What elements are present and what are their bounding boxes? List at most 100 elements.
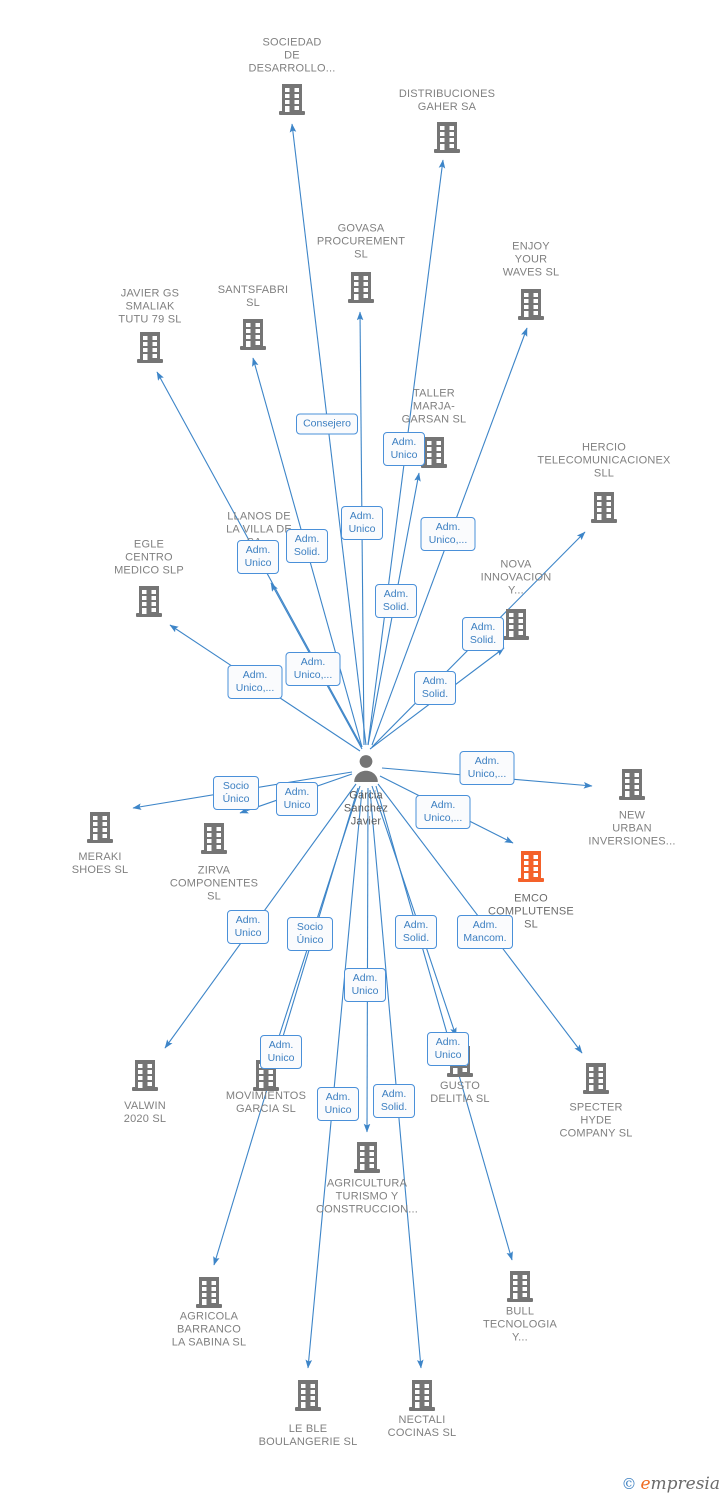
edge-role-label[interactable]: Adm. Unico,... [420,517,476,551]
edge-role-label[interactable]: Adm. Mancom. [457,915,513,949]
node-label-text: SOCIEDAD DE DESARROLLO... [248,36,336,75]
watermark: © empresia [621,1474,720,1494]
building-icon [238,318,268,352]
edge-role-label[interactable]: Adm. Unico [383,432,425,466]
edge-role-label[interactable]: Adm. Unico [237,540,279,574]
node-label-text: ZIRVA COMPONENTES SL [169,864,259,903]
company-node[interactable] [149,822,279,856]
node-label-text: Garcia Sanchez Javier [343,789,389,828]
edge-role-label[interactable]: Adm. Unico,... [459,751,515,785]
company-node-label: MOVIMIENTOS GARCIA SL [201,1088,331,1116]
company-node-label: ZIRVA COMPONENTES SL [149,863,279,904]
company-node-label: NOVA INNOVACION Y... [451,557,581,598]
edge-role-label[interactable]: Adm. Solid. [414,671,456,705]
building-icon [85,811,115,845]
person-icon [351,753,381,783]
company-node-label: AGRICOLA BARRANCO LA SABINA SL [144,1309,274,1350]
company-node[interactable] [35,811,165,845]
building-icon [432,121,462,155]
building-icon [293,1379,323,1413]
edge-role-label[interactable]: Adm. Unico,... [227,665,283,699]
edge-role-label[interactable]: Adm. Solid. [395,915,437,949]
building-icon [501,608,531,642]
edge-role-label[interactable]: Adm. Unico [341,506,383,540]
building-icon [505,1270,535,1304]
node-label-text: DISTRIBUCIONES GAHER SA [398,88,496,113]
edge-role-label[interactable]: Adm. Solid. [286,529,328,563]
edge-role-label[interactable]: Adm. Unico [317,1087,359,1121]
edge-role-label[interactable]: Adm. Unico,... [285,652,341,686]
company-node-label: NEW URBAN INVERSIONES... [567,808,697,849]
edge-role-label[interactable]: Adm. Unico [260,1035,302,1069]
node-label-text: LE BLE BOULANGERIE SL [258,1423,358,1448]
company-node-label: HERCIO TELECOMUNICACIONEX SLL [537,440,671,481]
company-node-label: AGRICULTURA TURISMO Y CONSTRUCCION... [302,1176,432,1217]
node-label-text: JAVIER GS SMALIAK TUTU 79 SL [118,287,182,326]
edge-role-label[interactable]: Adm. Unico [344,968,386,1002]
edge-role-label[interactable]: Adm. Solid. [462,617,504,651]
building-icon [135,331,165,365]
edge-person-to-n20 [363,787,371,1133]
node-label-text: AGRICULTURA TURISMO Y CONSTRUCCION... [316,1177,418,1216]
node-label-text: AGRICOLA BARRANCO LA SABINA SL [171,1310,247,1349]
company-node[interactable] [357,1379,487,1413]
node-label-text: HERCIO TELECOMUNICACIONEX SLL [537,441,671,480]
building-icon [277,83,307,117]
company-node[interactable] [188,318,318,352]
company-node[interactable] [80,1059,210,1093]
company-node-label: SPECTER HYDE COMPANY SL [531,1100,661,1141]
node-label-text: BULL TECNOLOGIA Y... [482,1305,558,1344]
company-node-label: BULL TECNOLOGIA Y... [455,1304,585,1345]
building-icon [516,288,546,322]
node-label-text: ENJOY YOUR WAVES SL [502,240,560,279]
node-label-text: NECTALI COCINAS SL [387,1414,457,1439]
building-icon [199,822,229,856]
company-node[interactable] [531,1062,661,1096]
company-node-label: NECTALI COCINAS SL [357,1412,487,1440]
building-icon [407,1379,437,1413]
person-node-label: Garcia Sanchez Javier [301,788,431,829]
company-node[interactable] [567,768,697,802]
brand-name: empresia [640,1474,720,1494]
company-node-label: VALWIN 2020 SL [80,1098,210,1126]
node-label-text: VALWIN 2020 SL [123,1100,167,1125]
company-node[interactable] [466,850,596,884]
company-node-label: EGLE CENTRO MEDICO SLP [84,537,214,578]
person-node[interactable] [301,753,431,783]
company-node[interactable] [455,1270,585,1304]
company-node[interactable] [466,288,596,322]
node-label-text: MERAKI SHOES SL [71,851,129,876]
edge-role-label[interactable]: Adm. Unico [227,910,269,944]
edge-role-label[interactable]: Consejero [296,413,358,435]
building-icon [346,271,376,305]
edge-role-label[interactable]: Adm. Solid. [373,1084,415,1118]
company-node[interactable] [243,1379,373,1413]
node-label-text: MOVIMIENTOS GARCIA SL [225,1090,307,1115]
building-icon [581,1062,611,1096]
company-node-label: ENJOY YOUR WAVES SL [466,239,596,280]
company-node-label: SANTSFABRI SL [188,282,318,310]
company-node-label: SOCIEDAD DE DESARROLLO... [227,35,357,76]
building-icon [589,491,619,525]
relationship-graph: SOCIEDAD DE DESARROLLO... DISTRIBUCIONES … [0,0,728,1500]
company-node[interactable] [84,585,214,619]
building-icon [130,1059,160,1093]
company-node-label: MERAKI SHOES SL [35,849,165,877]
company-node[interactable] [302,1141,432,1175]
company-node[interactable] [144,1276,274,1310]
company-node-label: LE BLE BOULANGERIE SL [243,1421,373,1449]
node-label-text: GUSTO DELITIA SL [430,1080,490,1105]
edge-role-label[interactable]: Socio Único [287,917,333,951]
edge-role-label[interactable]: Adm. Solid. [375,584,417,618]
node-label-text: TALLER MARJA- GARSAN SL [401,387,467,426]
company-node[interactable] [382,121,512,155]
edge-role-label[interactable]: Socio Único [213,776,259,810]
edge-role-label[interactable]: Adm. Unico [276,782,318,816]
company-node[interactable] [227,83,357,117]
company-node[interactable] [539,491,669,525]
building-icon [134,585,164,619]
building-icon [352,1141,382,1175]
copyright-symbol: © [621,1475,637,1493]
edge-role-label[interactable]: Adm. Unico [427,1032,469,1066]
edge-role-label[interactable]: Adm. Unico,... [415,795,471,829]
